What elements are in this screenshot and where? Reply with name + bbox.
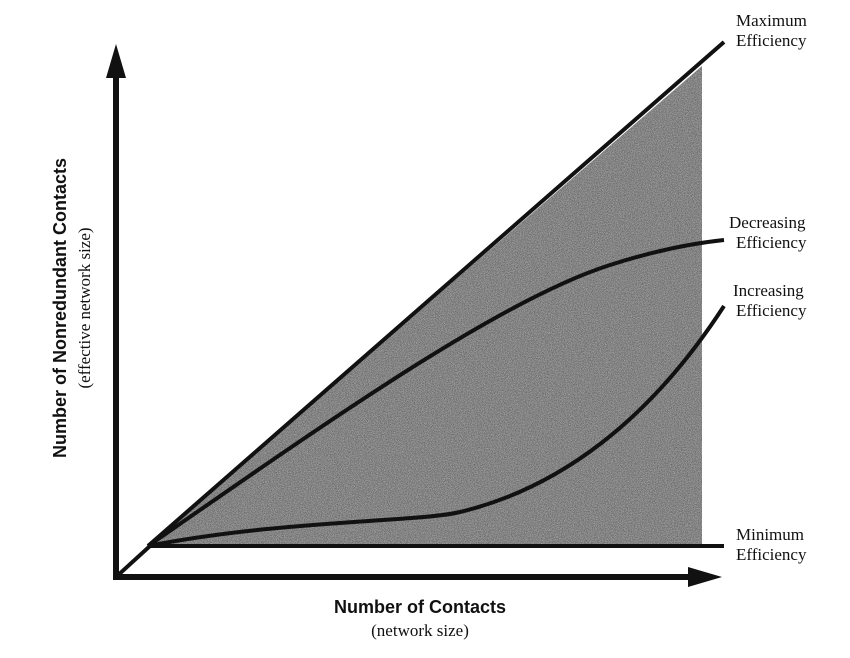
y-axis-arrowhead — [106, 44, 126, 78]
label-increasing-efficiency: Increasing Efficiency — [733, 281, 808, 320]
origin-connector — [114, 544, 152, 579]
x-axis-arrowhead — [688, 567, 722, 587]
y-axis-subtitle: (effective network size) — [75, 227, 94, 388]
label-maximum-efficiency: Maximum Efficiency — [736, 11, 811, 50]
x-axis-title: Number of Contacts — [334, 597, 506, 617]
y-axis-title: Number of Nonredundant Contacts — [50, 158, 70, 458]
label-increasing-line1: Increasing — [733, 281, 804, 300]
label-minimum-efficiency: Minimum Efficiency — [736, 525, 808, 564]
label-decreasing-line1: Decreasing — [729, 213, 806, 232]
x-axis-subtitle: (network size) — [371, 621, 469, 640]
label-minimum-line2: Efficiency — [736, 545, 807, 564]
label-decreasing-efficiency: Decreasing Efficiency — [729, 213, 810, 252]
label-decreasing-line2: Efficiency — [736, 233, 807, 252]
diagram-canvas: Maximum Efficiency Decreasing Efficiency… — [50, 11, 811, 640]
label-minimum-line1: Minimum — [736, 525, 804, 544]
label-increasing-line2: Efficiency — [736, 301, 807, 320]
label-maximum-line1: Maximum — [736, 11, 807, 30]
efficiency-diagram: Maximum Efficiency Decreasing Efficiency… — [0, 0, 850, 653]
label-maximum-line2: Efficiency — [736, 31, 807, 50]
